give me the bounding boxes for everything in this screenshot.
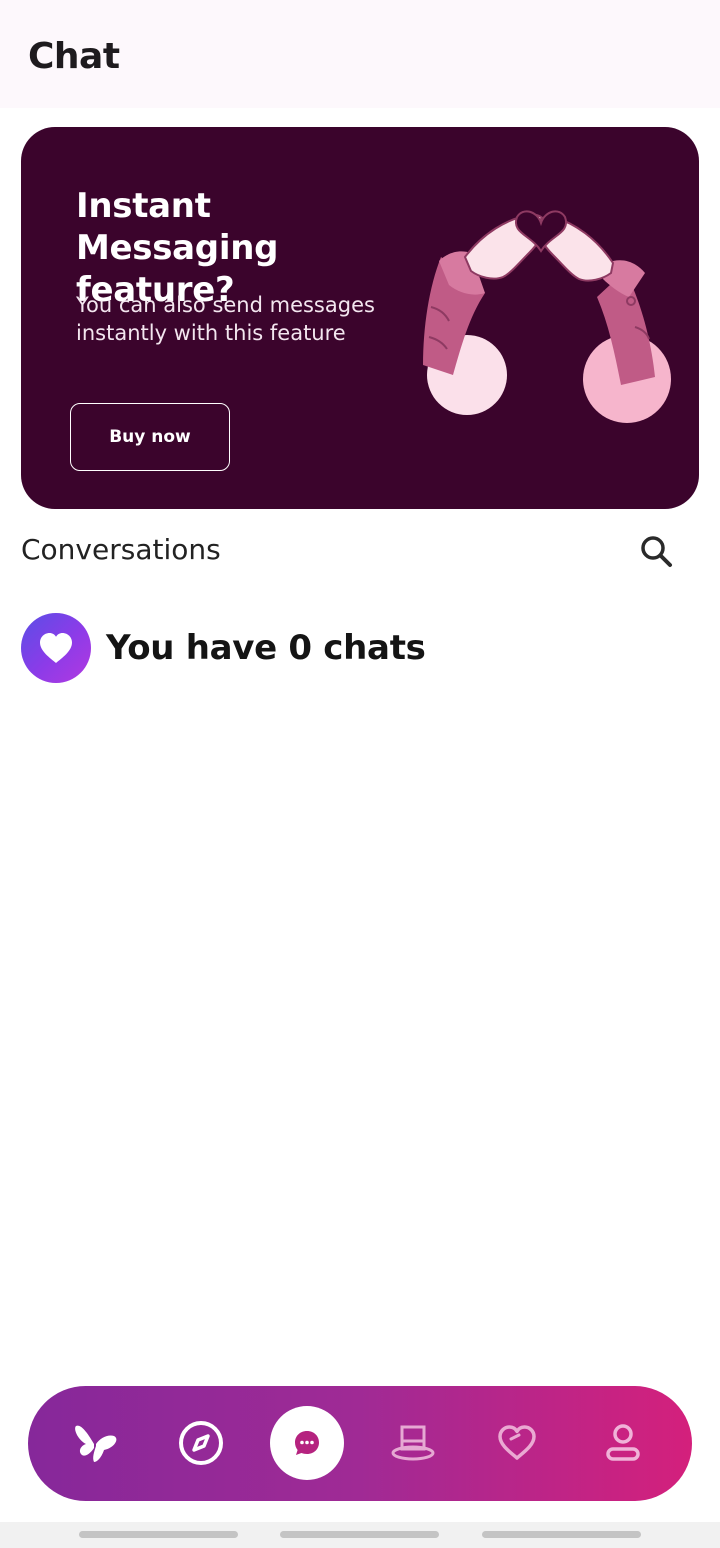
nav-home[interactable] bbox=[60, 1406, 134, 1480]
promo-banner: Instant Messaging feature? You can also … bbox=[21, 127, 699, 509]
empty-chats-text: You have 0 chats bbox=[106, 628, 426, 668]
gesture-pill-right bbox=[482, 1531, 641, 1538]
page-title: Chat bbox=[28, 36, 120, 77]
bottom-navigation bbox=[28, 1386, 692, 1501]
profile-icon bbox=[606, 1424, 640, 1461]
nav-likes[interactable] bbox=[480, 1406, 554, 1480]
chat-bubble-icon bbox=[295, 1431, 319, 1455]
heart-hands-illustration bbox=[423, 210, 671, 423]
gesture-pill-left bbox=[79, 1531, 238, 1538]
search-icon bbox=[641, 536, 672, 567]
promo-description: You can also send messages instantly wit… bbox=[76, 293, 375, 345]
system-gesture-bar bbox=[0, 1522, 720, 1548]
search-button[interactable] bbox=[636, 531, 676, 571]
heart-icon bbox=[40, 633, 72, 663]
heart-outline-icon bbox=[498, 1425, 536, 1460]
empty-chats-badge bbox=[21, 613, 91, 683]
nav-chat[interactable] bbox=[270, 1406, 344, 1480]
top-hat-icon bbox=[391, 1425, 435, 1461]
top-app-bar: Chat bbox=[0, 0, 720, 108]
empty-chats-message: You have 0 chats bbox=[21, 613, 426, 683]
nav-profile[interactable] bbox=[586, 1406, 660, 1480]
butterfly-icon bbox=[75, 1425, 117, 1462]
buy-now-button[interactable]: Buy now bbox=[70, 403, 230, 471]
gesture-pill-center bbox=[280, 1531, 439, 1538]
nav-hat[interactable] bbox=[376, 1406, 450, 1480]
compass-icon bbox=[179, 1421, 223, 1465]
nav-discover[interactable] bbox=[164, 1406, 238, 1480]
conversations-title: Conversations bbox=[21, 533, 221, 566]
